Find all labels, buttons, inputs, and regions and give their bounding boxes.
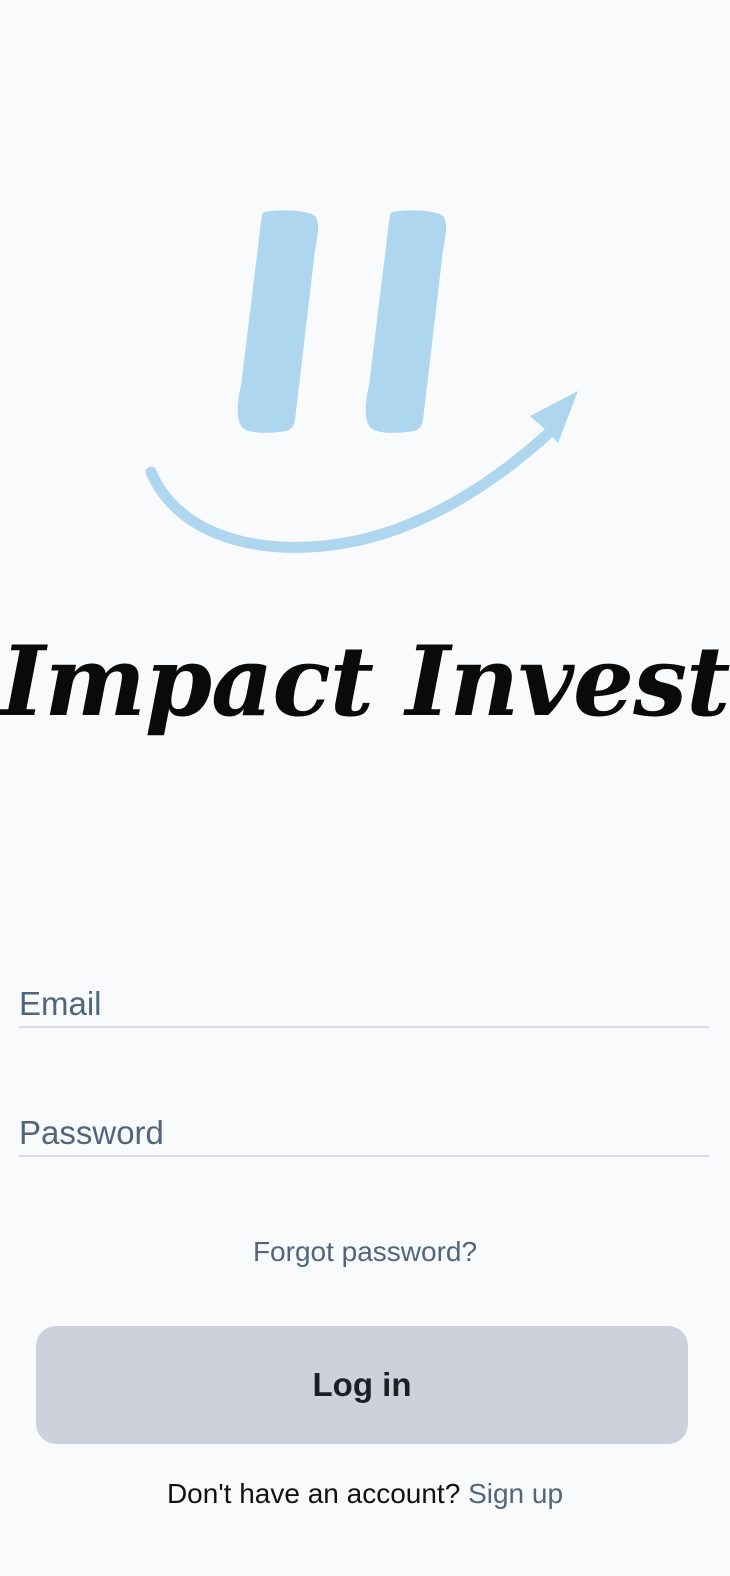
brand-name: Impact Invest bbox=[0, 625, 730, 738]
login-button[interactable]: Log in bbox=[36, 1326, 688, 1444]
forgot-password-link[interactable]: Forgot password? bbox=[0, 1236, 730, 1268]
signup-row: Don't have an account? Sign up bbox=[0, 1478, 730, 1510]
password-input[interactable] bbox=[19, 1081, 709, 1155]
email-input[interactable] bbox=[19, 952, 709, 1026]
signup-link[interactable]: Sign up bbox=[468, 1478, 563, 1509]
signup-prompt: Don't have an account? bbox=[166, 1478, 469, 1509]
password-field[interactable] bbox=[19, 1081, 709, 1157]
smile-arrow-logo-icon bbox=[145, 210, 578, 553]
email-field[interactable] bbox=[19, 952, 709, 1028]
